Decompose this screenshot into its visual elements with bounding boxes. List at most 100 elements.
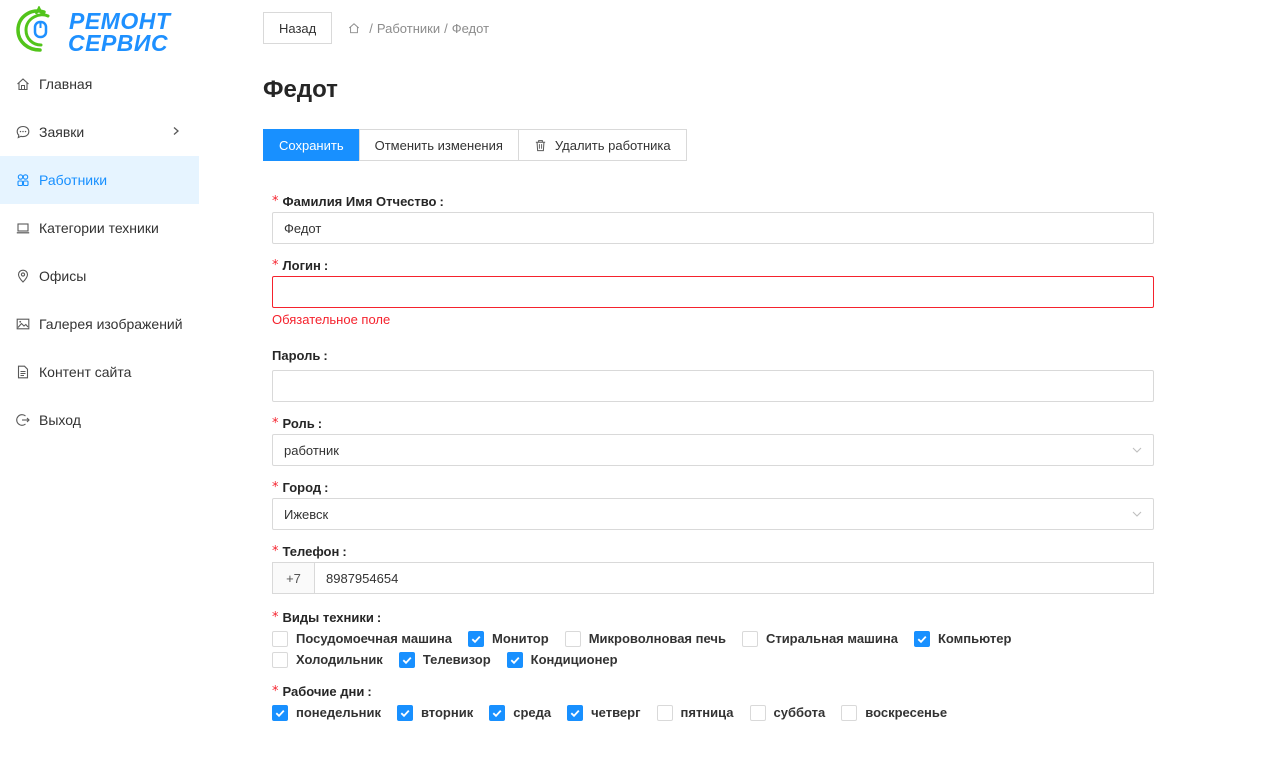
sidebar-item-content[interactable]: Контент сайта (0, 348, 199, 396)
sidebar-item-logout[interactable]: Выход (0, 396, 199, 444)
required-mark: * (272, 415, 279, 431)
breadcrumb-current: Федот (451, 20, 490, 36)
equipment-checkbox[interactable]: Телевизор (398, 649, 491, 670)
delete-worker-button[interactable]: Удалить работника (517, 129, 687, 161)
delete-worker-label: Удалить работника (554, 137, 671, 153)
password-label: Пароль: (272, 347, 328, 363)
sidebar-item-label: Главная (39, 76, 93, 92)
checkbox-checked-icon[interactable] (913, 630, 930, 647)
workdays-label: * Рабочие дни: (272, 683, 372, 699)
phone-label: * Телефон: (272, 543, 347, 559)
checkbox-checked-icon[interactable] (489, 704, 506, 721)
breadcrumb-home-icon[interactable] (348, 22, 360, 34)
city-label-text: Город (282, 479, 322, 495)
equipment-checkbox[interactable]: Посудомоечная машина (272, 628, 452, 649)
role-label: * Роль: (272, 415, 323, 431)
checkbox-unchecked-icon[interactable] (272, 630, 288, 647)
checkbox-unchecked-icon[interactable] (656, 704, 673, 721)
checkbox-checked-icon[interactable] (467, 630, 484, 647)
login-input[interactable] (272, 276, 1154, 308)
workday-checkbox-label: пятница (680, 705, 734, 720)
sidebar-item-label: Работники (39, 172, 108, 188)
brand-logo[interactable]: РЕМОНТ СЕРВИС (14, 6, 174, 56)
city-select[interactable]: Ижевск (272, 498, 1154, 530)
full-name-label-text: Фамилия Имя Отчество (282, 193, 437, 209)
checkbox-checked-icon[interactable] (398, 651, 415, 668)
equipment-label: * Виды техники: (272, 609, 382, 625)
role-label-text: Роль (282, 415, 315, 431)
city-label: * Город: (272, 479, 329, 495)
checkbox-checked-icon[interactable] (272, 704, 288, 721)
checkbox-checked-icon[interactable] (506, 651, 523, 668)
checkbox-unchecked-icon[interactable] (841, 704, 858, 721)
trash-icon (534, 139, 547, 152)
workday-checkbox-label: воскресенье (865, 705, 948, 720)
checkbox-checked-icon[interactable] (567, 704, 584, 721)
top-bar: Назад / Работники / Федот (263, 12, 489, 44)
workday-checkbox[interactable]: понедельник (272, 702, 381, 723)
workday-checkbox[interactable]: суббота (749, 702, 825, 723)
full-name-input[interactable]: Федот (272, 212, 1154, 244)
equipment-checkbox-label: Посудомоечная машина (296, 631, 452, 646)
sidebar-item-label: Офисы (39, 268, 87, 284)
role-select[interactable]: работник (272, 434, 1154, 466)
workdays-label-text: Рабочие дни (282, 683, 365, 699)
brand-line2: СЕРВИС (68, 30, 169, 56)
password-label-text: Пароль (272, 347, 321, 363)
password-input[interactable] (272, 370, 1154, 402)
sidebar-item-home[interactable]: Главная (0, 60, 199, 108)
city-selected-value: Ижевск (284, 506, 329, 522)
phone-prefix: +7 (272, 562, 314, 594)
sidebar-item-workers[interactable]: Работники (0, 156, 199, 204)
workday-checkbox[interactable]: пятница (656, 702, 734, 723)
brand-line1: РЕМОНТ (69, 8, 171, 34)
file-icon (16, 365, 30, 379)
equipment-checkbox[interactable]: Стиральная машина (741, 628, 898, 649)
required-mark: * (272, 257, 279, 273)
equipment-checkbox[interactable]: Холодильник (272, 649, 383, 670)
equipment-checkbox-label: Компьютер (937, 631, 1012, 646)
equipment-checkbox-label: Холодильник (296, 652, 383, 667)
equipment-checkbox[interactable]: Микроволновая печь (564, 628, 726, 649)
checkbox-unchecked-icon[interactable] (741, 630, 758, 647)
breadcrumb: / Работники / Федот (348, 21, 489, 36)
checkbox-unchecked-icon[interactable] (272, 651, 288, 668)
logo-mark-icon (16, 6, 50, 52)
workday-checkbox[interactable]: вторник (396, 702, 474, 723)
required-mark: * (272, 479, 279, 495)
logout-icon (16, 413, 30, 427)
phone-input[interactable]: 8987954654 (314, 562, 1154, 594)
login-label-text: Логин (282, 257, 321, 273)
equipment-checkbox[interactable]: Кондиционер (506, 649, 618, 670)
sidebar-item-offices[interactable]: Офисы (0, 252, 199, 300)
cancel-changes-button[interactable]: Отменить изменения (358, 129, 519, 161)
equipment-checkbox-label: Стиральная машина (765, 631, 898, 646)
equipment-checkbox[interactable]: Монитор (467, 628, 549, 649)
breadcrumb-workers[interactable]: Работники (377, 21, 440, 36)
page-title: Федот (263, 76, 338, 103)
full-name-label: * Фамилия Имя Отчество: (272, 193, 444, 209)
chevron-right-icon (171, 124, 181, 139)
sidebar-item-categories[interactable]: Категории техники (0, 204, 199, 252)
checkbox-checked-icon[interactable] (396, 704, 413, 721)
breadcrumb-separator: / (369, 20, 373, 36)
checkbox-unchecked-icon[interactable] (564, 630, 581, 647)
workday-checkbox[interactable]: четверг (567, 702, 641, 723)
workday-checkbox-label: вторник (420, 705, 474, 720)
back-button[interactable]: Назад (263, 12, 333, 44)
login-label: * Логин: (272, 257, 329, 273)
workday-checkbox[interactable]: воскресенье (841, 702, 947, 723)
checkbox-unchecked-icon[interactable] (749, 704, 766, 721)
workday-checkbox-label: понедельник (296, 705, 381, 720)
sidebar: РЕМОНТ СЕРВИС Главная Заявки Работники К… (0, 0, 199, 764)
save-button[interactable]: Сохранить (263, 129, 360, 161)
laptop-icon (16, 221, 30, 235)
message-icon (16, 125, 30, 139)
sidebar-item-gallery[interactable]: Галерея изображений (0, 300, 199, 348)
workday-checkbox[interactable]: среда (489, 702, 551, 723)
required-mark: * (272, 683, 279, 699)
equipment-checkbox[interactable]: Компьютер (913, 628, 1012, 649)
sidebar-item-requests[interactable]: Заявки (0, 108, 199, 156)
action-bar: Сохранить Отменить изменения Удалить раб… (263, 129, 687, 161)
chevron-down-icon (1131, 508, 1143, 520)
